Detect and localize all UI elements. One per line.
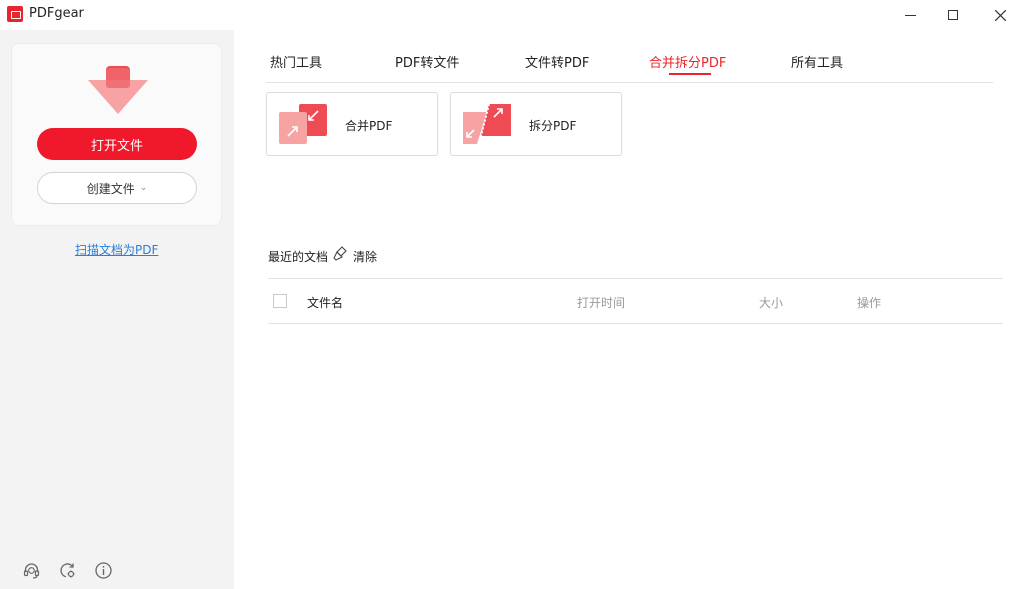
table-top-divider (268, 278, 1003, 279)
tab-popular-tools[interactable]: 热门工具 (270, 52, 322, 71)
download-arrow-icon (88, 66, 148, 114)
create-file-label: 创建文件 (86, 181, 135, 196)
tab-file-to-pdf[interactable]: 文件转PDF (525, 52, 589, 71)
column-header-size[interactable]: 大小 (759, 294, 783, 311)
clear-recent-button[interactable]: 清除 (353, 248, 377, 265)
column-header-open-time[interactable]: 打开时间 (577, 294, 625, 311)
title-bar: PDFgear (0, 0, 1021, 30)
column-header-action: 操作 (857, 296, 882, 310)
info-icon[interactable] (94, 561, 113, 580)
close-icon (994, 9, 1006, 21)
app-title: PDFgear (29, 6, 84, 21)
minimize-button[interactable] (887, 0, 933, 30)
pdfgear-logo-icon (7, 6, 23, 22)
open-file-button[interactable]: 打开文件 (37, 128, 197, 160)
merge-pdf-card[interactable]: 合并PDF (266, 92, 438, 156)
split-pdf-card[interactable]: 拆分PDF (450, 92, 622, 156)
recent-documents-title: 最近的文档 (268, 250, 329, 264)
maximize-icon (948, 10, 958, 20)
close-button[interactable] (977, 0, 1021, 30)
merge-pdf-label: 合并PDF (345, 119, 393, 133)
table-header-divider (268, 323, 1003, 324)
maximize-button[interactable] (930, 0, 976, 30)
active-tab-indicator (669, 73, 711, 75)
split-pdf-icon (463, 104, 511, 144)
split-pdf-label: 拆分PDF (529, 119, 577, 133)
tab-all-tools[interactable]: 所有工具 (791, 52, 843, 71)
support-headset-icon[interactable] (22, 561, 41, 580)
broom-icon[interactable] (333, 246, 348, 261)
select-all-checkbox[interactable] (273, 294, 287, 308)
create-file-button[interactable]: 创建文件 ⌄ (37, 172, 197, 204)
sidebar: 打开文件 创建文件 ⌄ 扫描文档为PDF (0, 30, 234, 589)
column-header-filename[interactable]: 文件名 (307, 294, 343, 311)
merge-pdf-icon (279, 104, 327, 144)
chevron-down-icon: ⌄ (139, 183, 148, 193)
sidebar-footer-icons (22, 561, 113, 580)
open-file-card: 打开文件 创建文件 ⌄ (11, 43, 222, 226)
update-settings-icon[interactable] (58, 561, 77, 580)
tab-merge-split-pdf[interactable]: 合并拆分PDF (649, 52, 726, 71)
scan-to-pdf-link[interactable]: 扫描文档为PDF (75, 241, 158, 258)
tool-tabs: 热门工具 PDF转文件 文件转PDF 合并拆分PDF 所有工具 (266, 38, 993, 83)
minimize-icon (904, 14, 916, 16)
tab-pdf-to-file[interactable]: PDF转文件 (395, 52, 459, 71)
